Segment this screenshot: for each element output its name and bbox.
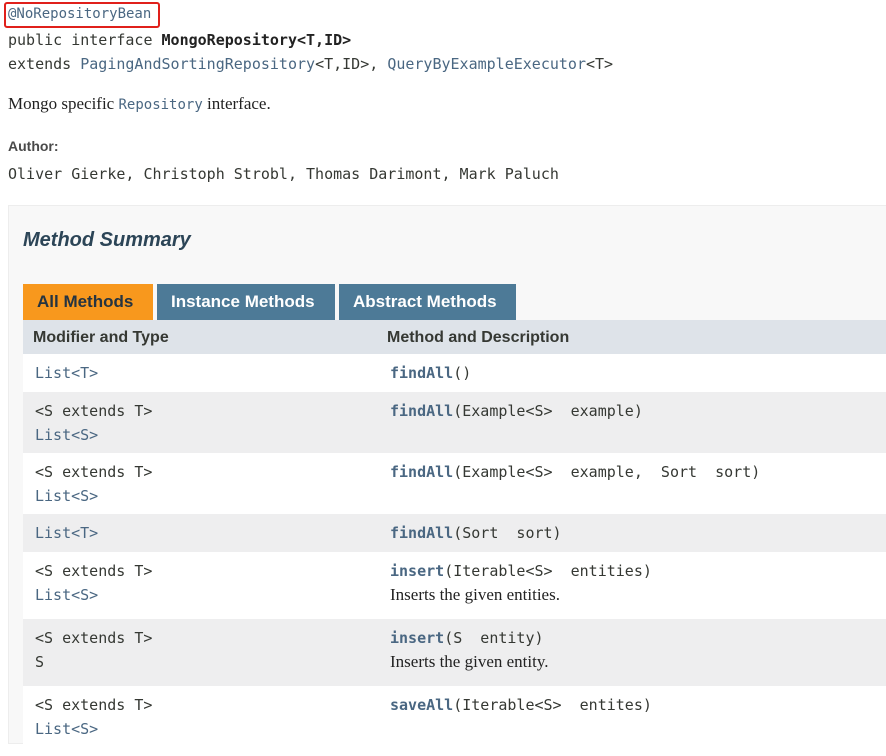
table-header: Modifier and Type Method and Description — [23, 320, 886, 354]
extends-link-paging[interactable]: PagingAndSortingRepository — [80, 55, 315, 73]
return-type-line2[interactable]: List<S> — [35, 717, 152, 741]
return-type: <S extends T> List<S> — [35, 559, 152, 607]
col-header-method: Method and Description — [387, 329, 570, 346]
extends-clause: extends PagingAndSortingRepository<T,ID>… — [8, 55, 613, 73]
return-type: <S extends T> List<S> — [35, 693, 152, 741]
method-summary-table: Modifier and Type Method and Description… — [23, 320, 886, 756]
return-type-line2[interactable]: List<S> — [35, 583, 152, 607]
method-params: (Iterable<S> entites) — [453, 696, 652, 714]
return-type: <S extends T> List<S> — [35, 460, 152, 508]
annotation-link[interactable]: @NoRepositoryBean — [8, 6, 151, 22]
return-type-line1: <S extends T> — [35, 463, 153, 481]
method-signature: saveAll(Iterable<S> entites) — [390, 693, 652, 717]
author-label: Author: — [8, 138, 59, 154]
method-link[interactable]: findAll — [390, 524, 453, 542]
author-list: Oliver Gierke, Christoph Strobl, Thomas … — [8, 165, 559, 183]
desc-suffix: interface. — [202, 94, 271, 113]
method-summary-panel: Method Summary All Methods Instance Meth… — [8, 205, 886, 756]
extends-generic-1: <T,ID>, — [315, 55, 388, 73]
method-link[interactable]: saveAll — [390, 696, 453, 714]
return-type: <S extends T> List<S> — [35, 399, 152, 447]
table-row: <S extends T> List<S> saveAll(Iterable<S… — [23, 686, 886, 756]
table-row: <S extends T> List<S> findAll(Example<S>… — [23, 453, 886, 514]
method-link[interactable]: insert — [390, 629, 444, 647]
method-link[interactable]: findAll — [390, 463, 453, 481]
tab-all-methods[interactable]: All Methods — [23, 284, 153, 320]
table-row: List<T> findAll() — [23, 354, 886, 392]
extends-generic-2: <T> — [586, 55, 614, 73]
method-signature: findAll(Sort sort) — [390, 521, 562, 545]
interface-description: Mongo specific Repository interface. — [8, 94, 271, 114]
repository-link[interactable]: Repository — [118, 97, 202, 113]
extends-keyword: extends — [8, 55, 81, 73]
extends-link-qbe[interactable]: QueryByExampleExecutor — [387, 55, 586, 73]
return-type-line1: <S extends T> — [35, 696, 153, 714]
return-type: List<T> — [35, 521, 98, 545]
return-type-line1: <S extends T> — [35, 629, 153, 647]
method-params: (Example<S> example, Sort sort) — [453, 463, 761, 481]
method-description: Inserts the given entity. — [390, 652, 549, 671]
method-params: (Example<S> example) — [453, 402, 643, 420]
tab-abstract-methods[interactable]: Abstract Methods — [339, 284, 516, 320]
method-link[interactable]: findAll — [390, 364, 453, 382]
method-params: (Sort sort) — [453, 524, 562, 542]
method-params: (S entity) — [444, 629, 544, 647]
return-type-line1: <S extends T> — [35, 402, 153, 420]
table-row: <S extends T> List<S> insert(Iterable<S>… — [23, 552, 886, 619]
tab-instance-methods[interactable]: Instance Methods — [157, 284, 335, 320]
method-signature: findAll(Example<S> example, Sort sort) — [390, 460, 760, 484]
method-params: (Iterable<S> entities) — [444, 562, 652, 580]
method-params: () — [453, 364, 472, 382]
method-signature: insert(Iterable<S> entities) Inserts the… — [390, 559, 652, 607]
return-type-line2[interactable]: List<S> — [35, 484, 152, 508]
table-row: <S extends T> S insert(S entity) Inserts… — [23, 619, 886, 686]
return-type-line1: <S extends T> — [35, 562, 153, 580]
interface-signature: public interface MongoRepository<T,ID> — [8, 31, 351, 49]
return-type: <S extends T> S — [35, 626, 152, 674]
method-description: Inserts the given entities. — [390, 585, 560, 604]
return-type-line1[interactable]: List<T> — [35, 524, 98, 542]
return-type-line1[interactable]: List<T> — [35, 364, 98, 382]
return-type-line2: S — [35, 653, 45, 671]
col-header-modifier: Modifier and Type — [33, 329, 169, 346]
method-summary-title: Method Summary — [23, 229, 191, 251]
table-row: List<T> findAll(Sort sort) — [23, 514, 886, 552]
interface-name: MongoRepository<T,ID> — [161, 31, 352, 49]
method-signature: findAll(Example<S> example) — [390, 399, 643, 423]
return-type-line2[interactable]: List<S> — [35, 423, 152, 447]
table-row: <S extends T> List<S> findAll(Example<S>… — [23, 392, 886, 453]
method-signature: findAll() — [390, 361, 471, 385]
method-signature: insert(S entity) Inserts the given entit… — [390, 626, 548, 674]
return-type: List<T> — [35, 361, 98, 385]
method-link[interactable]: insert — [390, 562, 444, 580]
signature-prefix: public interface — [8, 31, 162, 49]
method-link[interactable]: findAll — [390, 402, 453, 420]
desc-prefix: Mongo specific — [8, 94, 119, 113]
